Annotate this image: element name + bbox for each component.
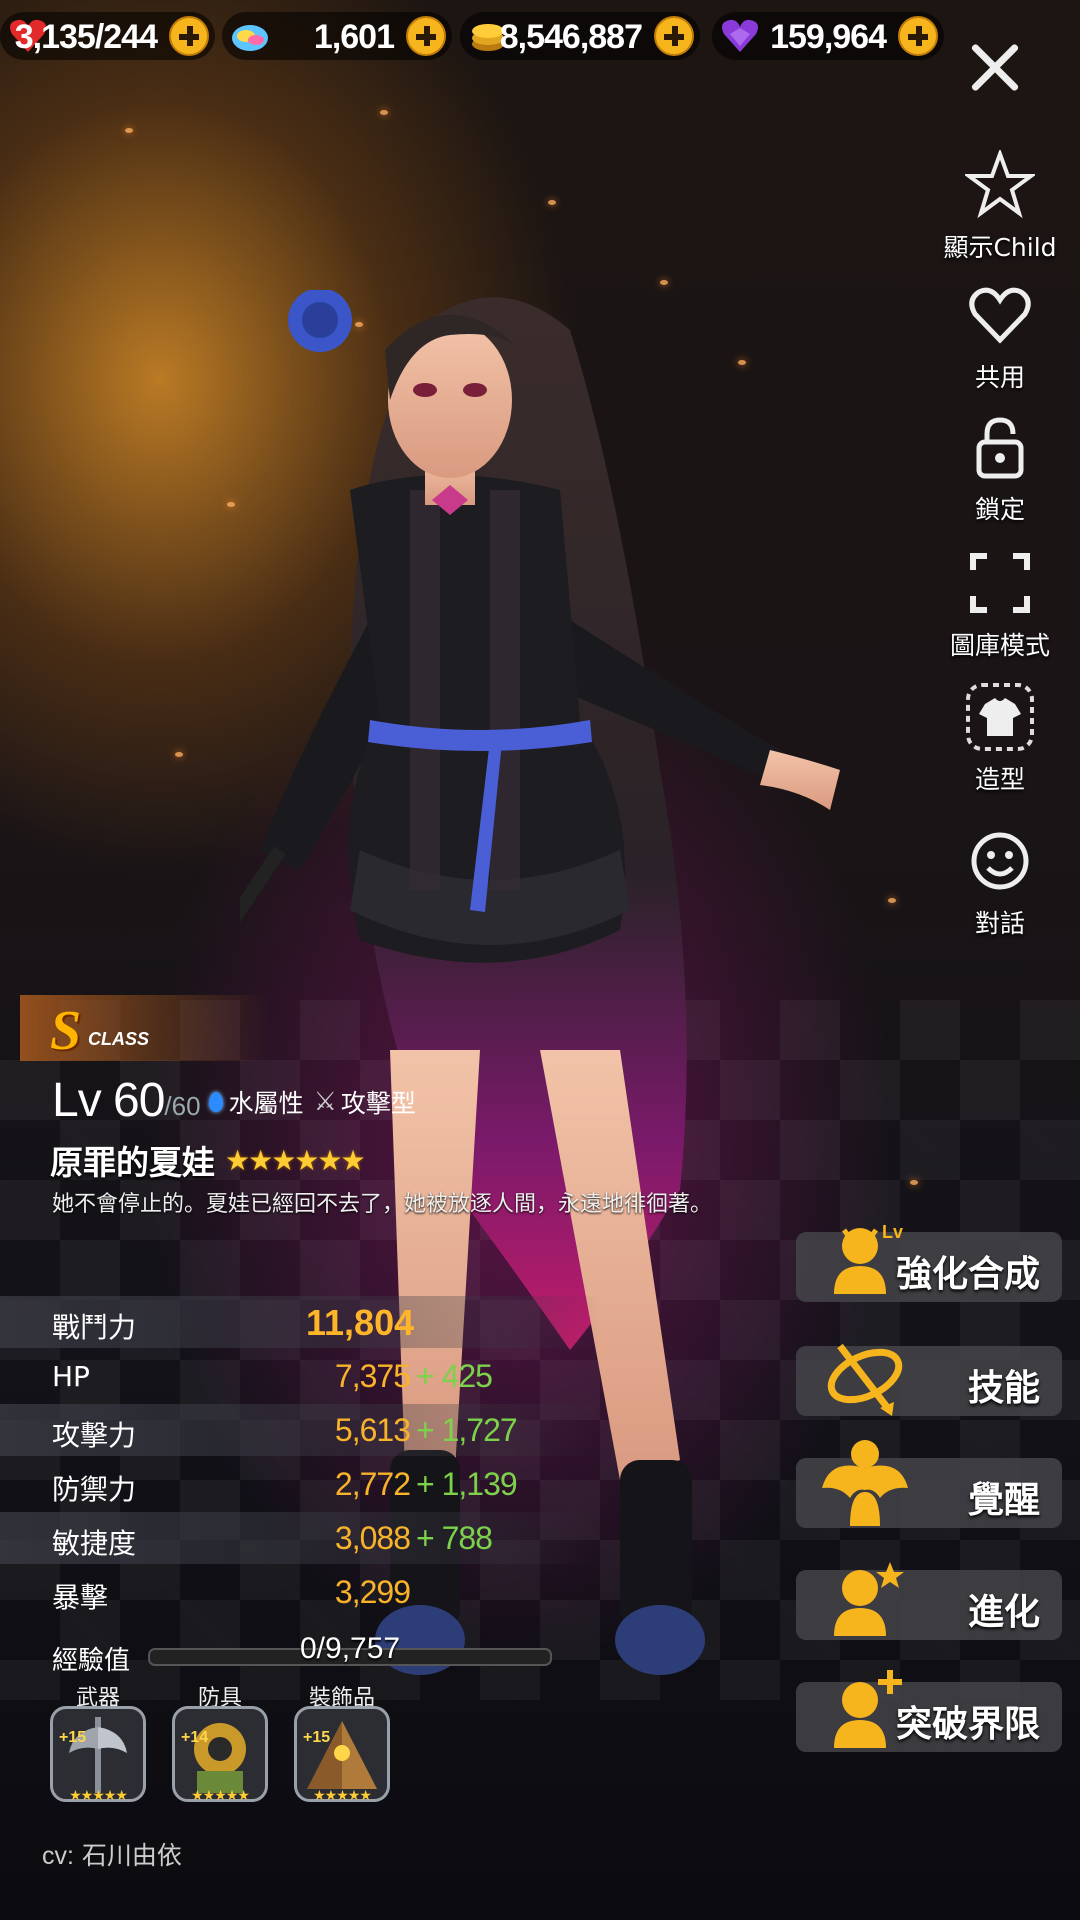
crystal-resource: 159,964 (712, 12, 944, 60)
resource-bar: 3,135/244 1,601 8,546,887 159,964 (0, 8, 950, 64)
stat-bonus: + 1,139 (416, 1466, 518, 1502)
level-value: Lv 60 (52, 1074, 165, 1127)
gold-resource: 8,546,887 (460, 12, 700, 60)
class-letter: S (50, 1000, 82, 1062)
cv-prefix: cv: (42, 1842, 74, 1870)
stat-base: 3,088 (334, 1520, 411, 1556)
gallery-mode-button[interactable]: 圖庫模式 (930, 548, 1070, 662)
gallery-mode-label: 圖庫模式 (949, 631, 1050, 660)
lock-icon (976, 417, 1024, 479)
talk-label: 對話 (974, 909, 1025, 938)
stamina-resource: 3,135/244 (0, 12, 215, 60)
stat-base: 2,772 (334, 1466, 411, 1502)
evolve-label: 進化 (967, 1592, 1040, 1633)
stamina-value: 3,135/244 (14, 18, 158, 56)
stat-row-agility: 敏捷度 3,088 + 788 (0, 1512, 600, 1564)
class-word: CLASS (88, 1029, 150, 1049)
exp-label: 經驗值 (52, 1646, 131, 1676)
character-quote: 她不會停止的。夏娃已經回不去了，她被放逐人間，永遠地徘徊著。 (52, 1192, 713, 1217)
limit-break-label: 突破界限 (895, 1704, 1040, 1745)
power-label: 戰鬥力 (52, 1311, 137, 1344)
water-drop-icon (208, 1092, 223, 1112)
axe-weapon-icon (69, 1717, 127, 1793)
name-row: 原罪的夏娃 ★★★★★★ (50, 1136, 366, 1184)
evolve-icon (834, 1562, 904, 1636)
lv-badge: Lv (882, 1222, 903, 1242)
stat-label: 攻擊力 (52, 1419, 137, 1452)
gold-value: 8,546,887 (499, 18, 643, 56)
stat-label: 暴擊 (52, 1581, 109, 1614)
level-row: Lv 60 /60 水屬性 ⚔ 攻擊型 (52, 1072, 426, 1128)
stat-row-defense: 防禦力 2,772 + 1,139 (0, 1458, 600, 1510)
limit-break-icon (834, 1670, 902, 1748)
skill-icon (827, 1343, 903, 1416)
add-crystal-button[interactable] (898, 16, 938, 56)
power-row: 戰鬥力 11,804 (0, 1296, 600, 1348)
stat-label: HP (52, 1360, 90, 1393)
stat-base: 5,613 (334, 1412, 411, 1448)
fullscreen-icon (970, 553, 1030, 613)
stat-row-critical: 暴擊 3,299 (0, 1566, 600, 1618)
element-label: 水屬性 (228, 1089, 304, 1118)
rarity-stars: ★★★★★★ (225, 1143, 366, 1177)
level-max: /60 (164, 1091, 201, 1121)
level-up-icon: Lv (834, 1222, 903, 1294)
gem-value: 1,601 (313, 18, 395, 56)
show-child-label: 顯示Child (943, 233, 1057, 262)
type-label: 攻擊型 (340, 1089, 416, 1118)
exp-value: 0/9,757 (300, 1632, 401, 1665)
type-attribute: ⚔ 攻擊型 (314, 1084, 416, 1120)
stat-bonus: + 788 (416, 1520, 493, 1556)
stat-base: 3,299 (334, 1574, 411, 1610)
class-badge: S CLASS (20, 995, 270, 1062)
share-button[interactable]: 共用 (930, 280, 1070, 394)
cv-name: 石川由依 (81, 1842, 182, 1870)
weapon-stars: ★★★★★ (69, 1788, 128, 1804)
smiley-icon (971, 832, 1029, 890)
armor-stars: ★★★★★ (191, 1788, 250, 1804)
crossed-swords-icon: ⚔ (313, 1087, 337, 1117)
stat-base: 7,375 (334, 1358, 411, 1394)
add-gem-button[interactable] (406, 16, 446, 56)
outfit-label: 造型 (974, 765, 1025, 794)
pyramid-accessory-icon (307, 1721, 377, 1789)
element-attribute: 水屬性 (208, 1084, 304, 1120)
accessory-stars: ★★★★★ (313, 1788, 372, 1804)
awaken-icon (822, 1440, 908, 1526)
crystal-value: 159,964 (770, 18, 887, 56)
stat-label: 敏捷度 (52, 1527, 137, 1560)
share-label: 共用 (974, 363, 1025, 392)
rainbow-gem-icon (232, 25, 268, 51)
character-name: 原罪的夏娃 (50, 1143, 215, 1182)
lock-button[interactable]: 鎖定 (930, 412, 1070, 526)
enhance-fusion-label: 強化合成 (895, 1254, 1040, 1295)
stat-row-hp: HP 7,375 + 425 (0, 1350, 600, 1402)
skill-label: 技能 (967, 1368, 1040, 1409)
accessory-enhance: +15 (303, 1729, 331, 1746)
add-gold-button[interactable] (654, 16, 694, 56)
add-stamina-button[interactable] (169, 16, 209, 56)
stat-bonus: + 425 (416, 1358, 493, 1394)
stat-bonus: + 1,727 (416, 1412, 518, 1448)
shirt-icon (966, 683, 1034, 751)
purple-heart-gem-icon (722, 19, 758, 52)
power-value: 11,804 (306, 1302, 415, 1343)
close-button[interactable] (960, 34, 1030, 104)
armor-enhance: +14 (181, 1729, 209, 1746)
voice-actor: cv: 石川由依 (42, 1836, 182, 1872)
diver-armor-icon (194, 1723, 246, 1793)
heart-icon (969, 287, 1031, 344)
talk-button[interactable]: 對話 (930, 826, 1070, 940)
star-icon (962, 148, 1038, 219)
show-child-button[interactable]: 顯示Child (930, 148, 1070, 264)
outfit-button[interactable]: 造型 (930, 682, 1070, 796)
lock-label: 鎖定 (974, 495, 1025, 524)
awaken-label: 覺醒 (967, 1480, 1040, 1521)
weapon-enhance: +15 (59, 1729, 87, 1746)
stat-row-attack: 攻擊力 5,613 + 1,727 (0, 1404, 600, 1456)
gem-resource: 1,601 (222, 12, 452, 60)
stat-label: 防禦力 (52, 1473, 137, 1506)
